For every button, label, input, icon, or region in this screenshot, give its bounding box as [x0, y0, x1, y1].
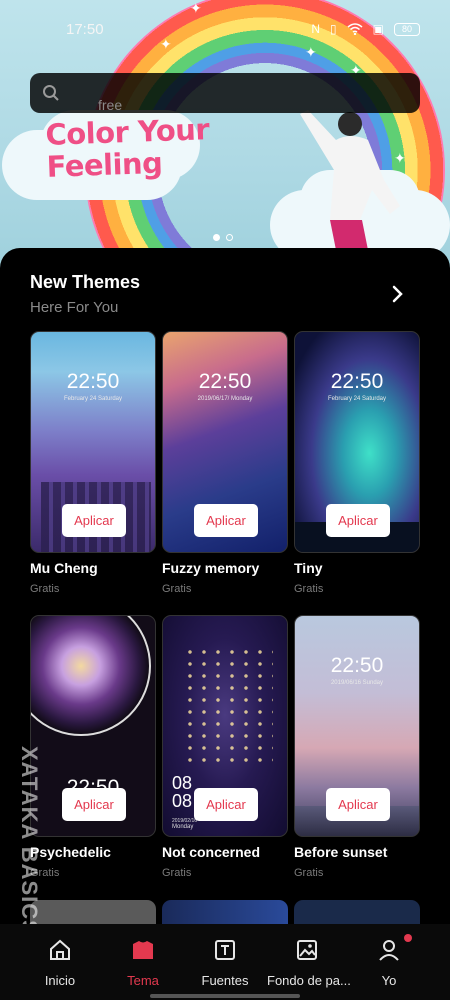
clock-hours: 08 — [172, 773, 193, 793]
banner-title: Color Your Feeling — [44, 112, 211, 184]
lockscreen-clock: 08 08 — [172, 774, 192, 810]
status-icons: N ▯ ▣ 80 — [311, 22, 420, 36]
sparkle-particles — [183, 646, 273, 766]
apply-button[interactable]: Aplicar — [326, 788, 390, 821]
lockscreen-clock: 22:50 — [330, 654, 384, 677]
section-title: New Themes — [30, 272, 141, 292]
theme-price: Gratis — [162, 583, 192, 595]
theme-name: Before sunset — [294, 844, 388, 860]
banner-page-indicator — [213, 234, 233, 241]
page-dot — [226, 234, 233, 241]
theme-card-mu-cheng[interactable]: 22:50 February 24 Saturday Aplicar — [30, 331, 156, 553]
search-icon — [43, 85, 59, 101]
nav-label: Yo — [381, 973, 397, 988]
theme-price: Gratis — [294, 867, 324, 879]
sparkle-icon: ✦ — [190, 0, 202, 16]
nav-item-yo[interactable]: Yo — [349, 938, 429, 988]
lockscreen-date: 2019/06/16 Sunday — [330, 680, 384, 686]
chevron-right-icon[interactable] — [390, 284, 406, 304]
painter-illustration — [300, 110, 400, 270]
lockscreen-clock: 22:50 — [198, 370, 252, 393]
theme-name: Not concerned — [162, 844, 261, 860]
theme-price: Gratis — [294, 583, 324, 595]
lockscreen-date: February 24 Saturday — [63, 396, 123, 402]
search-placeholder: free — [98, 97, 123, 113]
page-dot — [213, 234, 220, 241]
apply-button[interactable]: Aplicar — [326, 504, 390, 537]
battery-icon: 80 — [394, 22, 420, 36]
lockscreen-day: Monday — [172, 824, 194, 830]
theme-name: Fuzzy memory — [162, 560, 260, 576]
lockscreen-clock: 22:50 — [330, 370, 384, 393]
theme-name: Mu Cheng — [30, 560, 98, 576]
apply-button[interactable]: Aplicar — [62, 788, 126, 821]
profile-icon — [379, 940, 399, 961]
nav-label: Inicio — [44, 973, 76, 988]
apply-button[interactable]: Aplicar — [62, 504, 126, 537]
home-icon — [50, 939, 70, 960]
sparkle-icon: ✦ — [305, 44, 317, 60]
theme-card-before-sunset[interactable]: 22:50 2019/06/16 Sunday Aplicar — [294, 615, 420, 837]
status-bar: 17:50 N ▯ ▣ 80 — [0, 16, 450, 44]
search-bar[interactable]: free — [30, 73, 420, 113]
vibrate-icon: ▯ — [330, 22, 337, 36]
lockscreen-date: February 24 Saturday — [327, 396, 387, 402]
nav-label: Fondo de pa... — [267, 973, 351, 988]
theme-card-not-concerned[interactable]: 08 08 2019/02/16 Monday Aplicar — [162, 615, 288, 837]
theme-name: Tiny — [294, 560, 323, 576]
theme-price: Gratis — [162, 867, 192, 879]
theme-price: Gratis — [30, 583, 60, 595]
notification-badge — [404, 934, 412, 942]
sim-icon: ▣ — [372, 22, 384, 36]
nav-label: Fuentes — [201, 973, 249, 988]
nav-label: Tema — [127, 973, 159, 988]
section-subtitle: Here For You — [30, 299, 119, 316]
clock-minutes: 08 — [172, 791, 193, 811]
apply-button[interactable]: Aplicar — [194, 504, 258, 537]
nav-item-tema[interactable]: Tema — [103, 938, 183, 988]
banner-title-line: Feeling — [46, 145, 163, 184]
bottom-nav: Inicio Tema Fuentes Fondo de pa... Yo — [0, 924, 450, 1000]
home-indicator[interactable] — [150, 994, 300, 998]
status-time: 17:50 — [66, 21, 104, 38]
nav-item-fondo[interactable]: Fondo de pa... — [267, 938, 351, 988]
wifi-icon — [347, 23, 363, 35]
theme-card-tiny[interactable]: 22:50 February 24 Saturday Aplicar — [294, 331, 420, 553]
nfc-icon: N — [311, 22, 321, 36]
watermark-text: XATAKA BASICS — [17, 746, 42, 936]
theme-shirt-icon — [133, 941, 153, 959]
font-icon — [215, 940, 235, 960]
apply-button[interactable]: Aplicar — [194, 788, 258, 821]
lockscreen-clock: 22:50 — [66, 370, 120, 393]
nav-item-inicio[interactable]: Inicio — [20, 938, 100, 988]
wallpaper-icon — [297, 940, 317, 960]
lockscreen-date: 2019/06/17/ Monday — [197, 396, 253, 402]
nav-item-fuentes[interactable]: Fuentes — [185, 938, 265, 988]
banner-title-line: Color Your — [44, 112, 210, 152]
theme-card-fuzzy-memory[interactable]: 22:50 2019/06/17/ Monday Aplicar — [162, 331, 288, 553]
